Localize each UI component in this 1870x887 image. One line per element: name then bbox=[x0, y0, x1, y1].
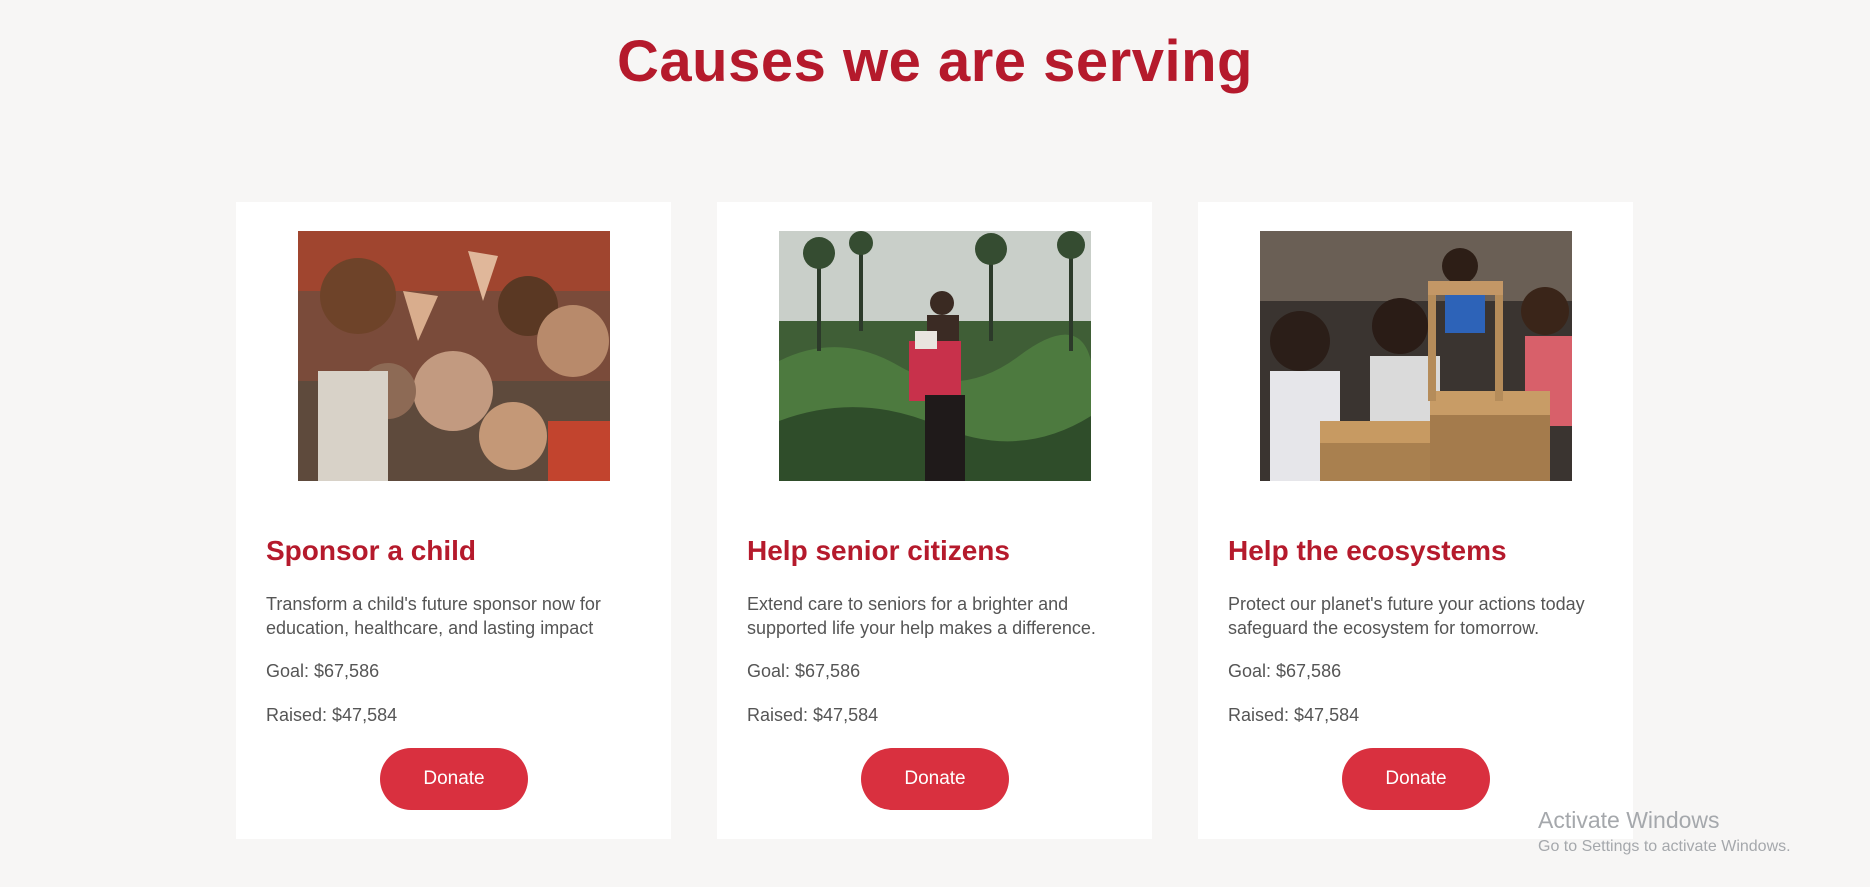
woman-carrying-baby-in-forest-photo bbox=[779, 231, 1091, 481]
donate-button[interactable]: Donate bbox=[380, 748, 528, 810]
watermark-subtitle: Go to Settings to activate Windows. bbox=[1538, 838, 1791, 855]
cause-title: Help senior citizens bbox=[747, 535, 1010, 566]
causes-list: Sponsor a child Transform a child's futu… bbox=[236, 202, 1633, 839]
cause-raised: Raised: $47,584 bbox=[1228, 705, 1360, 725]
cause-card-ecosystems: Help the ecosystems Protect our planet's… bbox=[1198, 202, 1633, 839]
cause-description: Extend care to seniors for a brighter an… bbox=[747, 594, 1096, 638]
cause-title: Sponsor a child bbox=[266, 535, 477, 566]
windows-activation-watermark: Activate Windows Go to Settings to activ… bbox=[1538, 806, 1791, 857]
cause-title: Help the ecosystems bbox=[1228, 535, 1507, 566]
cause-raised: Raised: $47,584 bbox=[747, 705, 879, 725]
donate-button[interactable]: Donate bbox=[861, 748, 1009, 810]
donate-button[interactable]: Donate bbox=[1342, 748, 1490, 810]
cause-description: Transform a child's future sponsor now f… bbox=[266, 594, 601, 638]
cause-description: Protect our planet's future your actions… bbox=[1228, 594, 1585, 638]
cause-goal: Goal: $67,586 bbox=[747, 661, 861, 681]
children-at-school-desks-photo bbox=[1260, 231, 1572, 481]
cause-goal: Goal: $67,586 bbox=[1228, 661, 1342, 681]
watermark-title: Activate Windows bbox=[1538, 807, 1720, 833]
section-title: Causes we are serving bbox=[617, 29, 1253, 94]
cause-raised: Raised: $47,584 bbox=[266, 705, 398, 725]
cause-goal: Goal: $67,586 bbox=[266, 661, 380, 681]
cause-card-senior-citizens: Help senior citizens Extend care to seni… bbox=[717, 202, 1152, 839]
cause-card-sponsor-child: Sponsor a child Transform a child's futu… bbox=[236, 202, 671, 839]
children-smiling-photo bbox=[298, 231, 610, 481]
